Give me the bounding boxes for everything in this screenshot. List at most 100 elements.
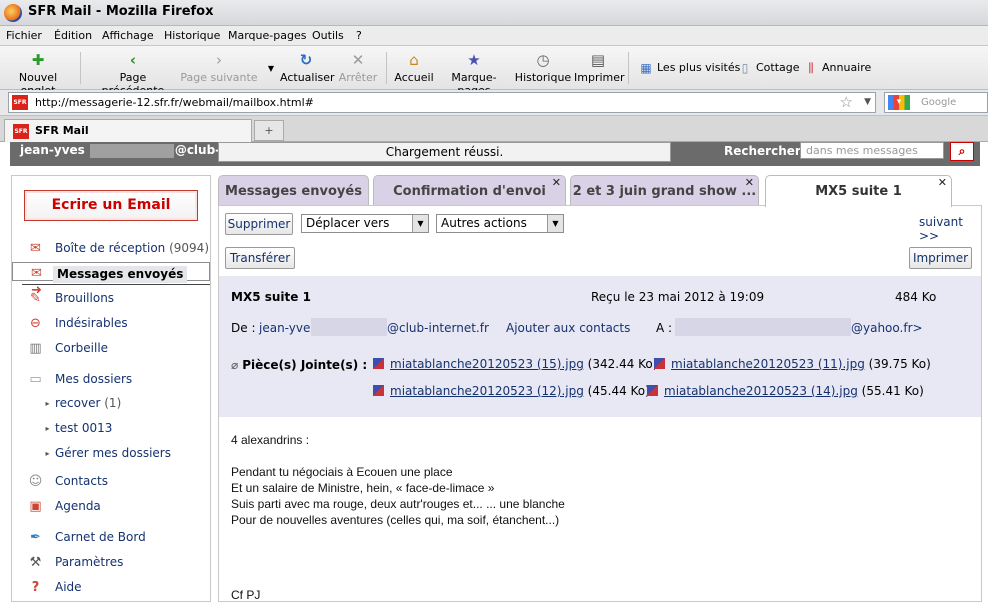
sidebar-item-drafts[interactable]: ✎ Brouillons [12, 288, 210, 310]
print-message-button[interactable]: Imprimer [909, 247, 972, 269]
new-tab-button[interactable]: ✚ Nouvel onglet [2, 46, 74, 97]
history-dropdown-button[interactable]: ▼ [262, 46, 274, 90]
inbox-icon: ✉ [30, 241, 41, 256]
sidebar-item-sent[interactable]: ✉➜ Messages envoyés [12, 262, 210, 298]
mail-search-input[interactable]: dans mes messages [800, 142, 944, 159]
browser-tab-sfr-mail[interactable]: SFR SFR Mail [4, 119, 252, 142]
body-line [231, 448, 565, 464]
add-to-contacts-link[interactable]: Ajouter aux contacts [506, 321, 630, 335]
bookmark-star-icon[interactable]: ☆ [840, 93, 853, 111]
body-line: Pour de nouvelles aventures (celles qui,… [231, 513, 560, 527]
dropdown-arrow-icon: ▼ [267, 64, 275, 73]
attachment-item: miatablanche20120523 (15).jpg (342.44 Ko… [373, 357, 657, 371]
window-title: SFR Mail - Mozilla Firefox [28, 4, 214, 19]
menu-affichage[interactable]: Affichage [102, 29, 154, 42]
sfr-favicon-icon: SFR [13, 124, 29, 139]
attachment-link[interactable]: miatablanche20120523 (12).jpg [390, 384, 584, 398]
bookmark-annuaire[interactable]: ⫼ Annuaire [803, 60, 871, 76]
attachment-link[interactable]: miatablanche20120523 (15).jpg [390, 357, 584, 371]
menu-help[interactable]: ? [356, 29, 362, 42]
compose-button[interactable]: Ecrire un Email [24, 190, 198, 221]
mail-sidebar: Ecrire un Email ✉ Boîte de réception (90… [11, 175, 211, 602]
toolbar-separator [80, 52, 81, 84]
menu-edition[interactable]: Édition [54, 29, 92, 42]
url-text: http://messagerie-12.sfr.fr/webmail/mail… [35, 96, 314, 109]
url-input[interactable]: SFR http://messagerie-12.sfr.fr/webmail/… [8, 92, 876, 113]
menu-marque-pages[interactable]: Marque-pages [228, 29, 306, 42]
search-icon[interactable]: ⌕ [950, 142, 974, 161]
other-actions-select[interactable]: Autres actions ▼ [436, 214, 564, 233]
sidebar-item-my-folders[interactable]: ▭ Mes dossiers [12, 369, 210, 391]
to-domain[interactable]: @yahoo.fr> [851, 321, 923, 335]
next-message-link[interactable]: suivant >> [919, 215, 981, 243]
reload-button[interactable]: ↻ Actualiser [280, 46, 335, 90]
sidebar-item-contacts[interactable]: ☺ Contacts [12, 471, 210, 493]
sidebar-item-inbox[interactable]: ✉ Boîte de réception (9094) [12, 238, 210, 260]
folder-icon: ▭ [29, 372, 42, 387]
attachment-link[interactable]: miatablanche20120523 (14).jpg [664, 384, 858, 398]
image-file-icon [373, 385, 384, 396]
message-size: 484 Ko [895, 290, 937, 304]
bookmarks-button[interactable]: ★ Marque-pages [436, 46, 512, 97]
close-icon[interactable]: ✕ [938, 176, 947, 190]
home-button[interactable]: ⌂ Accueil [394, 46, 434, 90]
google-logo-icon[interactable]: ▾ [888, 95, 910, 110]
tab-grand-show[interactable]: 2 et 3 juin grand show ... ✕ [570, 175, 759, 206]
from-domain[interactable]: @club-internet.fr [387, 321, 489, 335]
attachment-link[interactable]: miatablanche20120523 (11).jpg [671, 357, 865, 371]
menu-bar: Fichier Édition Affichage Historique Mar… [0, 26, 988, 46]
body-line [231, 528, 565, 544]
contacts-icon: ☺ [28, 474, 43, 489]
print-button[interactable]: ▤ Imprimer [574, 46, 625, 90]
sidebar-item-recover[interactable]: ▸ recover (1) [12, 393, 210, 415]
close-icon[interactable]: ✕ [745, 176, 754, 190]
reload-icon: ↻ [299, 51, 313, 69]
menu-fichier[interactable]: Fichier [6, 29, 42, 42]
attachments-label: ⌀ Pièce(s) Jointe(s) : [231, 358, 368, 372]
tab-sent-messages[interactable]: Messages envoyés [218, 175, 369, 206]
history-button[interactable]: ◷ Historique [514, 46, 572, 90]
body-line: Suis parti avec ma rouge, deux autr'roug… [231, 497, 565, 511]
paperclip-icon: ⌀ [231, 358, 239, 372]
stop-button[interactable]: ✕ Arrêter [336, 46, 380, 90]
sidebar-item-agenda[interactable]: ▣ Agenda [12, 496, 210, 518]
web-search-placeholder: Google [921, 97, 957, 108]
body-line [231, 576, 565, 587]
spam-icon: ⊖ [30, 316, 41, 331]
forward-arrow-icon: › [216, 51, 222, 69]
search-label: Rechercher [724, 144, 801, 158]
navigation-toolbar: ✚ Nouvel onglet ‹ Page précédente › Page… [0, 46, 988, 97]
sidebar-item-help[interactable]: ? Aide [12, 577, 210, 599]
sidebar-item-test-0013[interactable]: ▸ test 0013 [12, 418, 210, 440]
forward-message-button[interactable]: Transférer [225, 247, 295, 269]
back-button[interactable]: ‹ Page précédente [88, 46, 178, 97]
menu-historique[interactable]: Historique [164, 29, 220, 42]
sidebar-item-trash[interactable]: ▥ Corbeille [12, 338, 210, 360]
sidebar-item-spam[interactable]: ⊖ Indésirables [12, 313, 210, 335]
close-icon[interactable]: ✕ [552, 176, 561, 190]
feather-icon: ✒ [30, 530, 41, 545]
url-dropdown-icon[interactable]: ▼ [864, 97, 871, 107]
web-search-input[interactable]: ▾ Google [884, 92, 988, 113]
to-label: A : [656, 321, 673, 335]
toolbar-separator [386, 52, 387, 84]
wrench-icon: ⚒ [29, 555, 42, 570]
sidebar-item-carnet-de-bord[interactable]: ✒ Carnet de Bord [12, 527, 210, 549]
message-header: MX5 suite 1 Reçu le 23 mai 2012 à 19:09 … [219, 276, 981, 417]
tab-send-confirmation[interactable]: Confirmation d'envoi ✕ [373, 175, 566, 206]
bookmark-cottage[interactable]: ▯ Cottage [737, 60, 800, 76]
from-label: De : [231, 321, 256, 335]
chevron-down-icon: ▼ [412, 215, 428, 232]
sidebar-item-settings[interactable]: ⚒ Paramètres [12, 552, 210, 574]
tab-mx5-suite-1[interactable]: MX5 suite 1 ✕ [765, 175, 952, 207]
from-name[interactable]: jean-yves [259, 321, 317, 335]
redacted-sender [311, 318, 387, 336]
new-tab-plus-icon[interactable]: + [254, 120, 284, 141]
move-to-select[interactable]: Déplacer vers ▼ [301, 214, 429, 233]
menu-outils[interactable]: Outils [312, 29, 344, 42]
sfr-favicon-icon: SFR [12, 95, 28, 110]
bookmark-most-visited[interactable]: ▦ Les plus visités [638, 60, 740, 76]
sidebar-item-manage-folders[interactable]: ▸ Gérer mes dossiers [12, 443, 210, 465]
delete-button[interactable]: Supprimer [225, 213, 293, 235]
forward-button[interactable]: › Page suivante [180, 46, 258, 90]
